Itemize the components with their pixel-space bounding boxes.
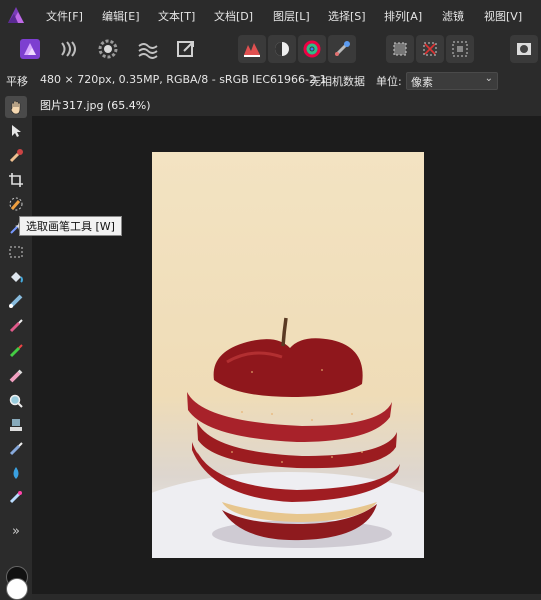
clone-brush-icon[interactable]	[5, 414, 27, 436]
hand-tool-icon[interactable]	[5, 96, 27, 118]
erase-brush-icon[interactable]	[5, 365, 27, 387]
toolbar	[0, 30, 541, 69]
paint-brush-icon[interactable]	[5, 315, 27, 337]
menu-filters[interactable]: 滤镜	[442, 8, 464, 24]
document-image	[152, 152, 424, 558]
menu-file[interactable]: 文件[F]	[46, 8, 83, 24]
canvas-area[interactable]	[32, 116, 541, 600]
more-tools-icon[interactable]: »	[5, 520, 27, 542]
menu-layer[interactable]: 图层[L]	[273, 8, 310, 24]
gradient-icon[interactable]	[5, 290, 27, 312]
quick-mask-icon[interactable]	[510, 35, 538, 63]
unit-select[interactable]: 像素 ⌄	[406, 72, 498, 90]
tone-mapping-persona-icon[interactable]	[134, 35, 162, 63]
blur-brush-icon[interactable]	[5, 462, 27, 484]
document-info: 480 × 720px, 0.35MP, RGBA/8 - sRGB IEC61…	[40, 73, 327, 86]
menu-view[interactable]: 视图[V]	[484, 8, 522, 24]
selection-mode-icon[interactable]	[386, 35, 414, 63]
chevron-down-icon: ⌄	[484, 73, 493, 84]
healing-brush-icon[interactable]	[5, 438, 27, 460]
tool-tooltip: 选取画笔工具 [W]	[19, 216, 122, 236]
menu-bar: 文件[F] 编辑[E] 文本[T] 文档[D] 图层[L] 选择[S] 排列[A…	[0, 0, 541, 30]
color-replacement-icon[interactable]	[5, 340, 27, 362]
selection-brush-icon[interactable]	[5, 193, 27, 215]
menu-text[interactable]: 文本[T]	[158, 8, 195, 24]
context-toolbar: 平移 480 × 720px, 0.35MP, RGBA/8 - sRGB IE…	[0, 68, 541, 92]
flood-fill-icon[interactable]	[5, 266, 27, 288]
menu-select[interactable]: 选择[S]	[328, 8, 366, 24]
export-persona-icon[interactable]	[172, 35, 200, 63]
crop-icon[interactable]	[5, 169, 27, 191]
secondary-color-swatch[interactable]	[6, 578, 28, 600]
auto-levels-icon[interactable]	[238, 35, 266, 63]
auto-colors-icon[interactable]	[298, 35, 326, 63]
document-tab[interactable]: 图片317.jpg (65.4%)	[40, 97, 151, 113]
unit-label: 单位:	[376, 75, 402, 88]
affinity-photo-logo[interactable]	[6, 5, 26, 25]
camera-info: 无相机数据	[310, 75, 365, 88]
zoom-icon[interactable]	[5, 390, 27, 412]
unit-select-value: 像素	[411, 76, 433, 89]
menu-document[interactable]: 文档[D]	[214, 8, 253, 24]
photo-persona-icon[interactable]	[16, 35, 44, 63]
auto-white-balance-icon[interactable]	[328, 35, 356, 63]
invert-selection-icon[interactable]	[446, 35, 474, 63]
menu-arrange[interactable]: 排列[A]	[384, 8, 422, 24]
retouch-brush-icon[interactable]	[5, 486, 27, 508]
horizontal-scrollbar[interactable]	[32, 594, 541, 600]
document-tab-bar: 图片317.jpg (65.4%)	[32, 92, 541, 116]
current-tool-label: 平移	[6, 75, 28, 88]
rectangular-marquee-icon[interactable]	[5, 241, 27, 263]
liquify-persona-icon[interactable]	[56, 35, 84, 63]
menu-edit[interactable]: 编辑[E]	[102, 8, 140, 24]
color-picker-icon[interactable]	[5, 145, 27, 167]
move-tool-icon[interactable]	[5, 120, 27, 142]
develop-persona-icon[interactable]	[94, 35, 122, 63]
auto-contrast-icon[interactable]	[268, 35, 296, 63]
deselect-icon[interactable]	[416, 35, 444, 63]
